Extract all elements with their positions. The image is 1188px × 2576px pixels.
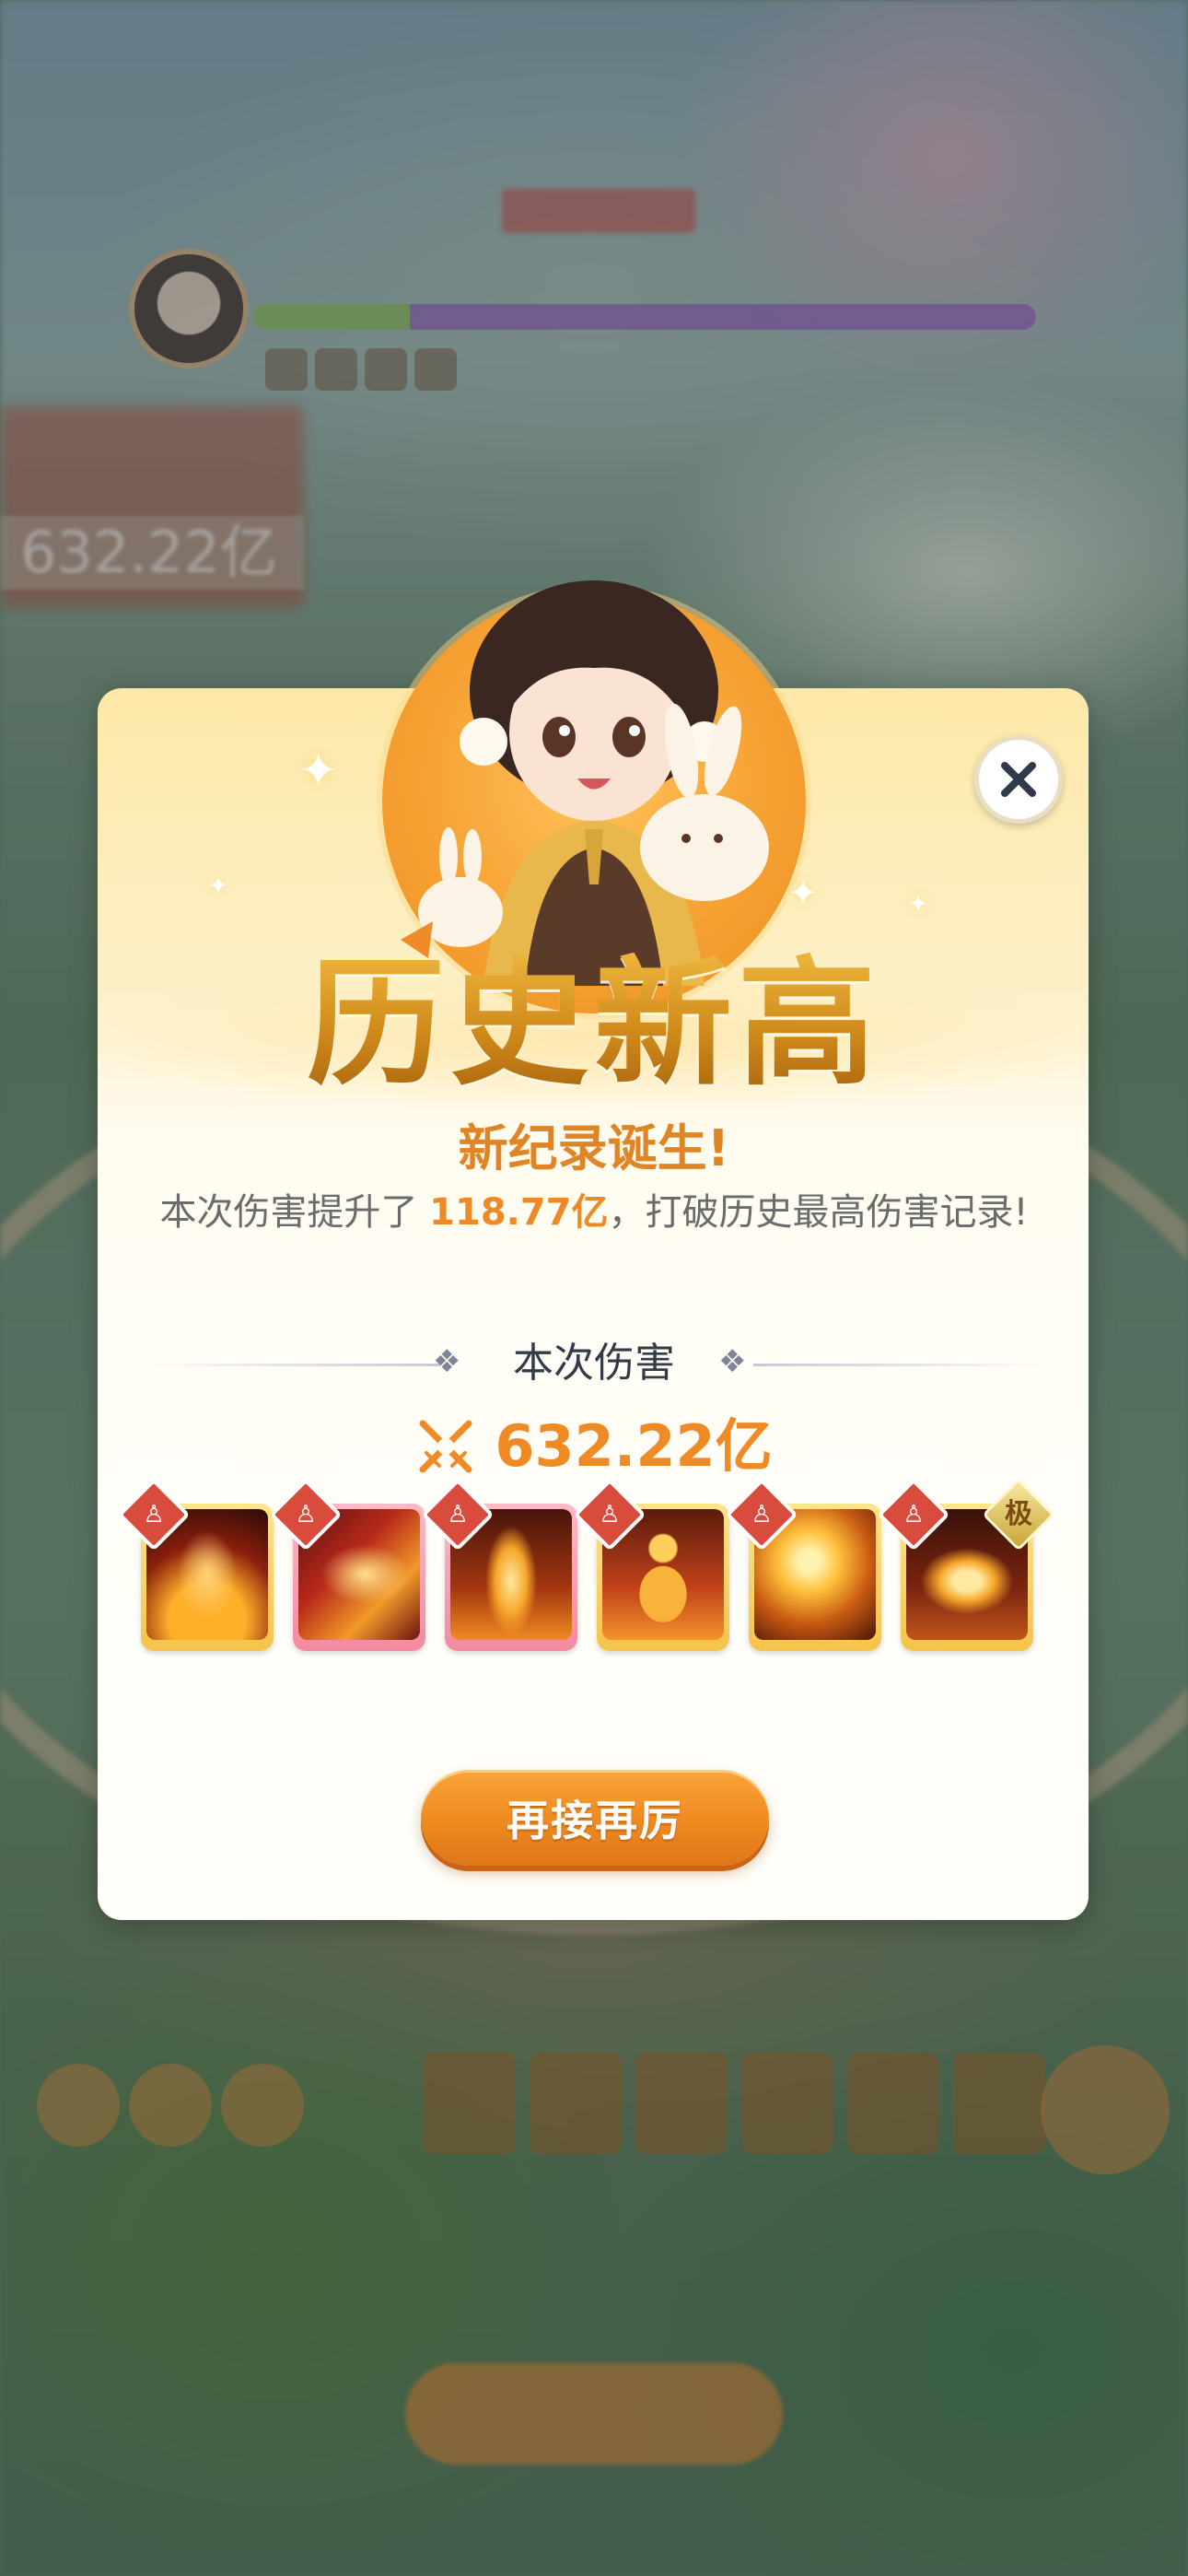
retry-button[interactable]: 再接再厉 (421, 1770, 769, 1866)
sparkle-icon: ✦ (208, 872, 228, 900)
record-subtitle: 新纪录诞生! (458, 1119, 730, 1177)
diamond-ornament-icon: ❖ (718, 1343, 747, 1380)
skill-slot-6[interactable]: ♙ 极 (877, 1478, 1055, 1651)
skill-slot-3[interactable]: ♙ (421, 1478, 577, 1651)
sparkle-icon: ✦ (908, 891, 928, 919)
skill-slot-4[interactable]: ♙ (573, 1478, 729, 1651)
skill-slot-1[interactable]: ♙ (117, 1478, 274, 1651)
skill-slot-2[interactable]: ♙ (269, 1478, 425, 1651)
crossed-swords-icon (419, 1420, 472, 1473)
skill-rank-label: 极 (1005, 1498, 1032, 1530)
close-icon (1001, 762, 1036, 797)
description-prefix: 本次伤害提升了 (159, 1191, 430, 1234)
description-suffix: ，打破历史最高伤害记录! (608, 1191, 1029, 1234)
divider-line (753, 1364, 1046, 1366)
skill-slot-5[interactable]: ♙ (725, 1478, 881, 1651)
damage-value: 632.22亿 (495, 1412, 773, 1480)
close-button[interactable] (974, 735, 1063, 824)
character-portrait (401, 580, 769, 986)
damage-increase: 118.77亿 (429, 1191, 609, 1234)
damage-total: 632.22亿 (0, 1410, 1188, 1483)
skill-list: ♙ ♙ ♙ ♙ ♙ ♙ 极 (117, 1478, 1055, 1660)
damage-section-header: ❖ 本次伤害 ❖ (0, 1336, 1188, 1391)
record-description: 本次伤害提升了 118.77亿，打破历史最高伤害记录! (0, 1185, 1188, 1240)
sparkle-icon: ✦ (298, 744, 339, 799)
record-headline: 历史新高 (0, 945, 1188, 1102)
